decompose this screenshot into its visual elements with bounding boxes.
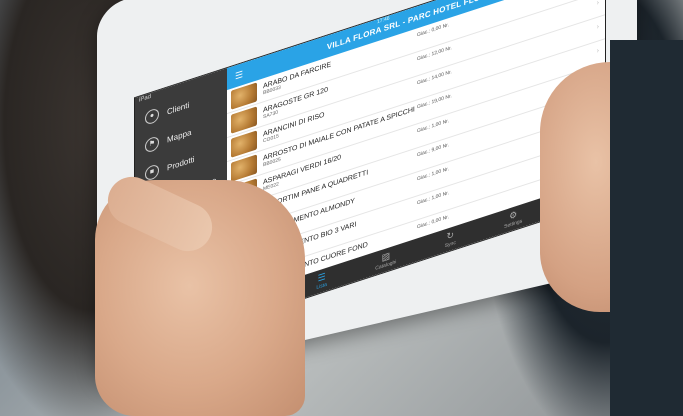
tablet-device: iPad ●Clienti⚑Mappa■Prodotti◷Ordine velo… <box>0 0 683 416</box>
tab-sync[interactable]: ↻ Sync <box>445 229 456 249</box>
menu-icon[interactable]: ☰ <box>231 67 247 83</box>
chevron-right-icon: › <box>596 0 599 7</box>
sidebar-item-label: Clienti <box>167 99 190 117</box>
sidebar-item-label: Prodotti <box>167 154 195 173</box>
right-sleeve <box>610 40 683 416</box>
chevron-right-icon: › <box>596 23 599 31</box>
map-icon: ⚑ <box>145 135 159 154</box>
tab-settings[interactable]: ⚙ Settings <box>504 207 522 230</box>
tab-lista[interactable]: ☰ Lista <box>316 271 327 291</box>
sidebar-item-label: Mappa <box>167 127 192 145</box>
tab-cataloghi[interactable]: ▧ Cataloghi <box>375 248 396 272</box>
user-circle-icon: ● <box>145 107 159 126</box>
box-icon: ■ <box>145 163 159 182</box>
chevron-right-icon: › <box>596 47 599 55</box>
